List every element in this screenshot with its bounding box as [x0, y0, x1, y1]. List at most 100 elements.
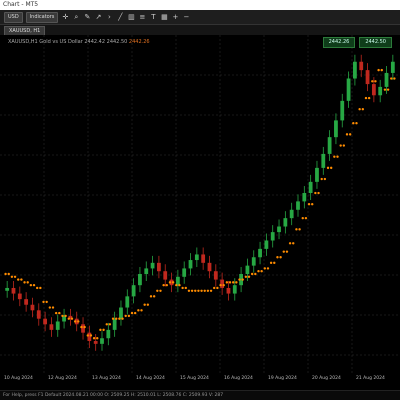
chart-icon[interactable]: ▥	[127, 13, 135, 22]
status-bar: For Help, press F1 Default 2024.08.21 00…	[0, 390, 400, 400]
candle-body	[390, 61, 395, 73]
sar-dot	[133, 311, 137, 315]
sar-dot	[383, 88, 387, 91]
sar-dot	[92, 337, 96, 340]
time-axis: 10 Aug 2024 12 Aug 2024 13 Aug 2024 14 Aug …	[0, 375, 400, 384]
sar-dot	[216, 286, 219, 290]
sar-dot	[288, 242, 292, 245]
zoom-in-icon[interactable]: +	[171, 13, 179, 22]
candle-body	[5, 287, 10, 291]
instrument-price-highlight: 2442.26	[128, 39, 150, 45]
candle-body	[378, 86, 383, 96]
candle-body	[277, 226, 281, 233]
candle-body	[43, 318, 47, 325]
candle-body	[194, 254, 199, 261]
chevron-icon[interactable]: ›	[105, 13, 113, 22]
sar-dot	[367, 96, 371, 100]
sar-dot	[371, 80, 374, 83]
sar-dot	[83, 325, 86, 329]
sar-dot	[178, 283, 181, 287]
sar-dot	[124, 314, 127, 318]
pencil-icon[interactable]: ✎	[83, 13, 91, 22]
currency-button[interactable]: USD	[4, 11, 23, 23]
sar-dot	[314, 191, 317, 195]
sar-dot	[45, 300, 48, 304]
window-title: Chart - MT5	[0, 0, 400, 10]
grid-icon[interactable]: ▦	[160, 13, 168, 22]
sar-dot	[304, 216, 308, 220]
candle-body	[220, 279, 225, 288]
sar-dot	[194, 289, 197, 292]
price-chart[interactable]: XAUUSD,H1 Gold vs US Dollar 2442.42 2442…	[0, 35, 400, 383]
crosshair-icon[interactable]: ✛	[61, 13, 69, 22]
candle-body	[93, 341, 98, 344]
sar-dot	[339, 144, 342, 147]
candle-body	[359, 61, 364, 71]
sar-dot	[352, 121, 355, 125]
candle-body	[226, 287, 231, 294]
sell-button[interactable]: 2442.26	[322, 37, 356, 48]
sar-dot	[311, 202, 314, 206]
magnifier-icon[interactable]: ⌕	[72, 13, 80, 22]
sar-dot	[127, 314, 131, 318]
sar-dot	[317, 191, 320, 195]
sar-dot	[7, 272, 10, 276]
sar-dot	[102, 328, 105, 332]
time-axis-label: 12 Aug 2024	[48, 376, 77, 381]
sar-dot	[333, 155, 336, 158]
sar-dot	[235, 281, 238, 284]
sar-dot	[149, 295, 153, 298]
sar-dot	[26, 281, 29, 284]
sar-dot	[51, 306, 55, 309]
sar-dot	[292, 242, 295, 245]
candle-body	[163, 271, 168, 280]
sar-dot	[320, 177, 323, 181]
sar-dot	[130, 311, 134, 315]
candle-body	[11, 287, 16, 294]
sar-dot	[165, 283, 169, 287]
line-icon[interactable]: ╱	[116, 13, 124, 22]
bars-icon[interactable]: ≡	[138, 13, 146, 22]
time-axis-label: 19 Aug 2024	[268, 376, 297, 381]
candle-body	[302, 193, 307, 202]
time-axis-label: 14 Aug 2024	[136, 376, 165, 381]
arrow-icon[interactable]: ↗	[94, 13, 102, 22]
sar-dot	[219, 283, 222, 287]
sar-dot	[361, 108, 365, 111]
sar-dot	[29, 283, 33, 287]
sar-dot	[61, 314, 64, 318]
candle-body	[232, 285, 237, 294]
sar-dot	[213, 286, 216, 290]
sar-dot	[140, 309, 143, 312]
indicators-button[interactable]: Indicators	[25, 11, 59, 23]
sar-dot	[260, 270, 263, 273]
sar-dot	[77, 320, 80, 323]
sar-dot	[118, 317, 121, 320]
time-axis-label: 16 Aug 2024	[224, 376, 253, 381]
candle-body	[334, 120, 338, 138]
sar-dot	[336, 155, 339, 158]
sar-dot	[73, 320, 77, 323]
candle-body	[315, 167, 319, 182]
sar-dot	[295, 228, 298, 231]
sar-dot	[358, 108, 361, 111]
sar-dot	[80, 325, 83, 329]
buy-button[interactable]: 2442.50	[359, 37, 392, 48]
sar-dot	[345, 133, 349, 136]
sar-dot	[23, 281, 26, 284]
sar-dot	[254, 272, 257, 276]
sar-dot	[159, 289, 162, 292]
sar-dot	[96, 337, 99, 340]
sar-dot	[121, 317, 124, 320]
sar-dot	[35, 286, 39, 290]
sar-dot	[99, 328, 102, 332]
sar-dot	[20, 278, 23, 281]
candle-body	[36, 310, 41, 319]
sar-dot	[276, 256, 279, 259]
sar-dot	[282, 250, 285, 253]
sar-dot	[152, 295, 156, 298]
text-icon[interactable]: T	[149, 13, 157, 22]
sar-dot	[181, 286, 184, 290]
zoom-out-icon[interactable]: −	[182, 13, 190, 22]
time-axis-label: 15 Aug 2024	[180, 376, 209, 381]
